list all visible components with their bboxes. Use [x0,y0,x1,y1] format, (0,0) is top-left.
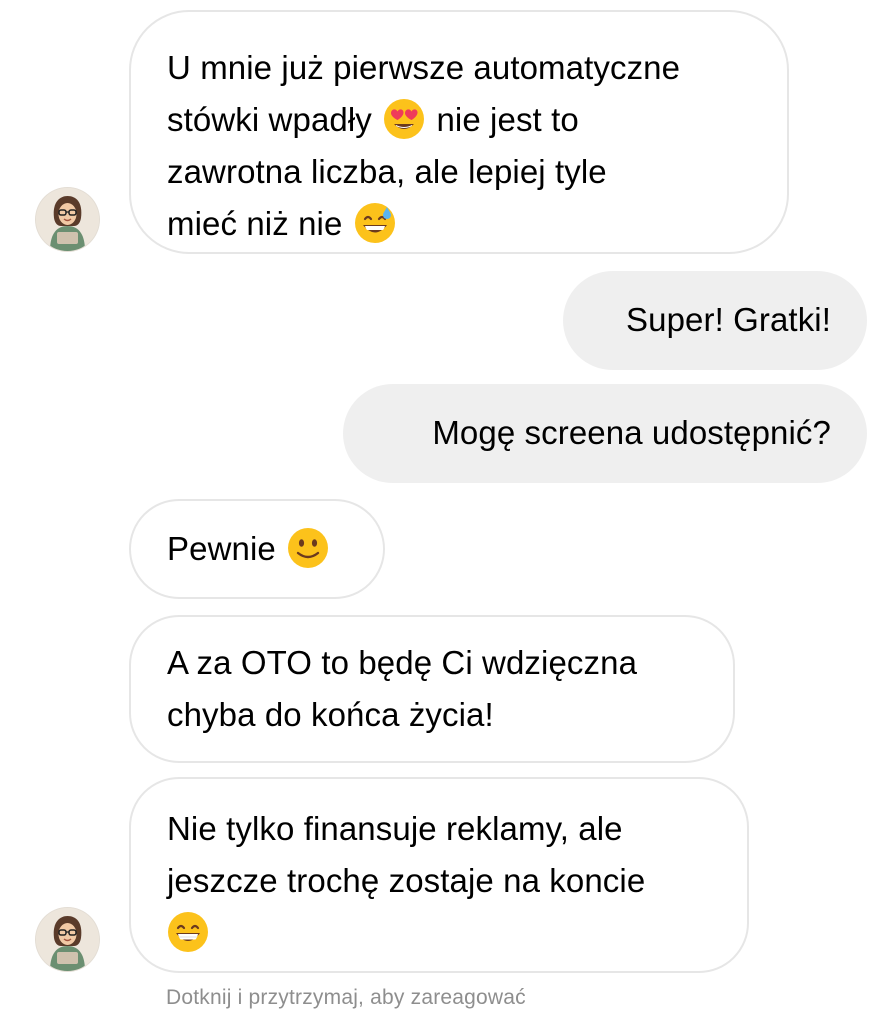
avatar[interactable] [36,188,99,251]
grinning-emoji-icon [168,912,208,953]
message-text: mieć niż nie [167,205,343,242]
message-bubble[interactable]: U mnie już pierwsze automatyczne stówki … [129,10,789,254]
message-line: Nie tylko finansuje reklamy, ale [167,810,623,847]
avatar[interactable] [36,908,99,971]
message-line: Super! Gratki! [626,301,831,338]
slightly-smiling-emoji-icon [288,528,329,569]
message-text: nie jest to [436,101,579,138]
message-line: U mnie już pierwsze automatyczne [167,49,681,86]
grinning-sweat-emoji-icon [354,203,395,244]
message-line: zawrotna liczba, ale lepiej tyle [167,153,607,190]
message-bubble-sent[interactable]: Mogę screena udostępnić? [343,384,867,483]
message-line: A za OTO to będę Ci wdzięczna [167,644,638,681]
message-line-with-emoji: mieć niż nie [167,198,787,250]
message-bubble[interactable]: Nie tylko finansuje reklamy, ale jeszcze… [129,777,749,973]
message-bubble-sent[interactable]: Super! Gratki! [563,271,867,370]
message-line-with-emoji: stówki wpadły nie jest to [167,94,787,146]
heart-eyes-emoji-icon [384,99,425,140]
message-text: stówki wpadły [167,101,372,138]
message-line: Mogę screena udostępnić? [432,414,831,451]
message-line: chyba do końca życia! [167,696,494,733]
message-line-with-emoji: Pewnie [167,523,383,575]
message-bubble[interactable]: Pewnie [129,499,385,599]
message-line: jeszcze trochę zostaje na koncie [167,862,646,899]
message-line-with-emoji [167,907,747,959]
message-bubble[interactable]: A za OTO to będę Ci wdzięczna chyba do k… [129,615,735,763]
reaction-hint: Dotknij i przytrzymaj, aby zareagować [166,986,526,1009]
message-text: Pewnie [167,530,276,567]
